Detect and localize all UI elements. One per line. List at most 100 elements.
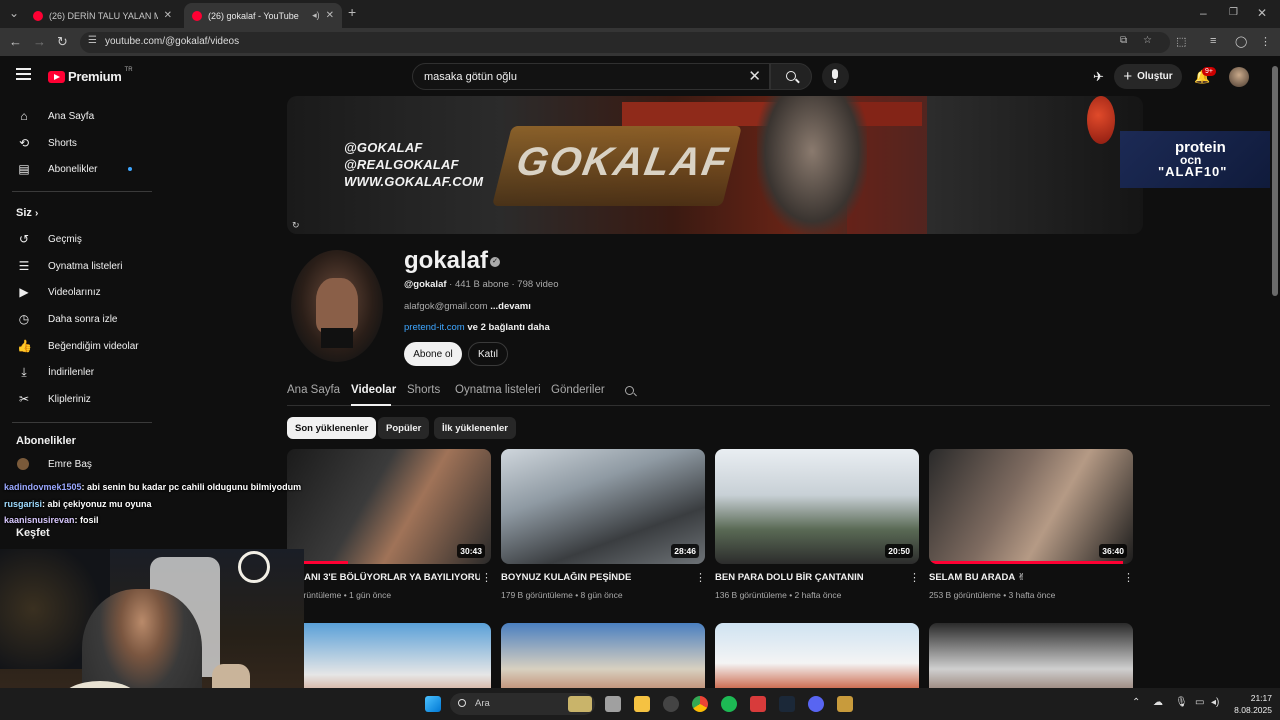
channel-name: gokalaf [404, 247, 489, 274]
video-thumbnail[interactable]: 30:43 [287, 449, 491, 564]
channel-search-icon[interactable] [625, 386, 634, 395]
more-options-icon[interactable]: ⋮ [481, 571, 492, 584]
site-info-icon[interactable]: ☰ [88, 35, 97, 46]
more-options-icon[interactable]: ⋮ [909, 571, 920, 584]
create-button[interactable]: + Oluştur [1114, 64, 1182, 89]
search-box[interactable]: masaka götün oğlu ✕ [412, 63, 770, 90]
forward-icon[interactable]: → [33, 34, 46, 49]
close-tab-icon[interactable]: ✕ [326, 10, 334, 21]
start-windows-icon[interactable] [425, 696, 441, 712]
speaker-icon[interactable]: ◂) [312, 10, 320, 21]
tray-app-icon[interactable]: ☁ [1153, 697, 1163, 708]
cast-icon[interactable]: ✈ [1093, 69, 1104, 85]
more-options-icon[interactable]: ⋮ [1123, 571, 1134, 584]
chrome-icon[interactable] [692, 696, 708, 712]
install-app-icon[interactable]: ⧉ [1120, 35, 1127, 46]
back-icon[interactable]: ← [9, 34, 22, 49]
video-thumbnail[interactable]: 20:50 [715, 449, 919, 564]
chip-latest[interactable]: Son yüklenenler [287, 417, 377, 439]
chip-oldest[interactable]: İlk yüklenenler [434, 417, 517, 439]
video-title[interactable]: BOYNUZ KULAĞIN PEŞİNDE [501, 572, 686, 583]
tray-overflow-icon[interactable]: ⌃ [1132, 697, 1140, 708]
new-tab-icon[interactable]: + [348, 4, 356, 20]
sidebar-item-subscriptions[interactable]: ▤ Abonelikler [0, 156, 158, 182]
video-title[interactable]: BEN PARA DOLU BİR ÇANTANIN [715, 572, 900, 583]
section-you-header[interactable]: Siz › [16, 207, 38, 219]
channel-links[interactable]: pretend-it.com ve 2 bağlantı daha [404, 322, 550, 333]
video-thumbnail[interactable]: 28:46 [501, 449, 705, 564]
sidebar-item-your-videos[interactable]: ▶ Videolarınız [0, 279, 158, 305]
task-view-icon[interactable] [605, 696, 621, 712]
sidebar-item-clips[interactable]: ✂ Klipleriniz [0, 386, 158, 412]
sidebar-item-watch-later[interactable]: ◷ Daha sonra izle [0, 306, 158, 332]
join-button[interactable]: Katıl [468, 342, 508, 366]
address-bar[interactable]: ☰ youtube.com/@gokalaf/videos ⧉ ☆ [80, 32, 1170, 53]
browser-tab-2[interactable]: (26) gokalaf - YouTube ◂) ✕ [184, 3, 342, 28]
scrollbar-thumb[interactable] [1272, 66, 1278, 296]
download-icon: ⤓ [21, 364, 27, 379]
tab-playlists[interactable]: Oynatma listeleri [455, 384, 541, 396]
banner-social-handle: @GOKALAF [344, 140, 423, 155]
channel-description[interactable]: alafgok@gmail.com ...devamı [404, 301, 531, 312]
video-title[interactable]: 'BANI 3'E BÖLÜYORLAR YA BAYILIYORUM [295, 572, 480, 583]
voice-search-button[interactable] [822, 63, 849, 90]
sidebar-item-history[interactable]: ↺ Geçmiş [0, 226, 158, 252]
menu-kebab-icon[interactable]: ⋮ [1260, 35, 1271, 48]
tab-title: (26) DERİN TALU YALAN MAKİN [49, 10, 158, 21]
file-explorer-icon[interactable] [634, 696, 650, 712]
search-input[interactable]: masaka götün oğlu [424, 71, 517, 83]
section-you-label: Siz [16, 207, 32, 219]
profile-icon[interactable]: ◯ [1235, 35, 1247, 48]
youtube-premium-logo[interactable]: Premium TR [48, 67, 133, 84]
hamburger-menu-icon[interactable] [16, 68, 31, 80]
steam-icon[interactable] [779, 696, 795, 712]
chip-popular[interactable]: Popüler [378, 417, 430, 439]
extensions-icon[interactable]: ⬚ [1176, 35, 1186, 48]
ring-light [238, 551, 270, 583]
page-scrollbar[interactable] [1270, 56, 1280, 688]
network-icon[interactable]: ▭ [1195, 697, 1204, 708]
spotify-icon[interactable] [721, 696, 737, 712]
app-icon[interactable] [750, 696, 766, 712]
clear-search-icon[interactable]: ✕ [748, 67, 761, 85]
subscribe-button[interactable]: Abone ol [404, 342, 462, 366]
tab-shorts[interactable]: Shorts [407, 384, 440, 396]
more-links[interactable]: ve 2 bağlantı daha [465, 322, 549, 333]
tab-videos[interactable]: Videolar [351, 384, 396, 396]
sidebar-item-playlists[interactable]: ☰ Oynatma listeleri [0, 253, 158, 279]
account-avatar[interactable] [1229, 67, 1249, 87]
video-thumbnail[interactable]: 36:40 [929, 449, 1133, 564]
reload-icon[interactable]: ↻ [57, 34, 68, 50]
media-controls-icon[interactable]: ≡ [1210, 35, 1216, 47]
channel-link[interactable]: pretend-it.com [404, 322, 465, 333]
scissors-icon: ✂ [18, 392, 30, 406]
sidebar-item-downloads[interactable]: ⤓ İndirilenler [0, 359, 158, 385]
channel-avatar[interactable] [291, 250, 383, 362]
clock-date[interactable]: 8.08.2025 [1226, 705, 1272, 715]
tab-posts[interactable]: Gönderiler [551, 384, 605, 396]
league-icon[interactable] [837, 696, 853, 712]
more-options-icon[interactable]: ⋮ [695, 571, 706, 584]
obs-icon[interactable] [663, 696, 679, 712]
discord-icon[interactable] [808, 696, 824, 712]
bookmark-star-icon[interactable]: ☆ [1143, 35, 1152, 46]
clock-time[interactable]: 21:17 [1242, 693, 1272, 703]
video-title[interactable]: SELAM BU ARADA ✌ [929, 572, 1114, 583]
sidebar-item-home[interactable]: ⌂ Ana Sayfa [0, 103, 158, 129]
search-button[interactable] [770, 63, 812, 90]
minimize-icon[interactable]: – [1200, 6, 1207, 20]
sidebar-item-subscription-channel[interactable]: Emre Baş [0, 451, 158, 477]
close-window-icon[interactable]: ✕ [1257, 6, 1267, 20]
plus-icon: + [1123, 68, 1133, 85]
tab-search-icon[interactable]: ⌄ [9, 6, 19, 20]
close-tab-icon[interactable]: ✕ [164, 10, 172, 21]
volume-icon[interactable]: ◂) [1211, 697, 1219, 708]
more-link[interactable]: ...devamı [490, 301, 531, 312]
sidebar-item-liked-videos[interactable]: 👍 Beğendiğim videolar [0, 333, 158, 359]
maximize-icon[interactable]: ❐ [1229, 7, 1238, 18]
sidebar-item-shorts[interactable]: ⟲ Shorts [0, 130, 158, 156]
tab-home[interactable]: Ana Sayfa [287, 384, 340, 396]
browser-tab-1[interactable]: (26) DERİN TALU YALAN MAKİN ✕ [25, 3, 180, 28]
microphone-icon[interactable]: 🎙 [1175, 697, 1188, 708]
sidebar-item-label: Geçmiş [48, 233, 82, 245]
